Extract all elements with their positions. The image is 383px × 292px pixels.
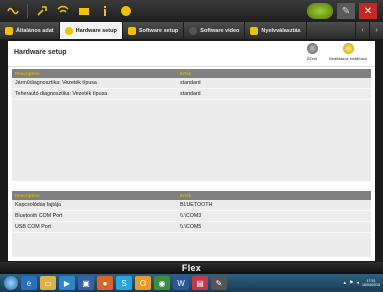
divider [27, 4, 28, 18]
row-description: Bluetooth COM Port [15, 213, 63, 219]
tab-software-video[interactable]: Software video [184, 22, 246, 39]
vehicle-diagnostics-table: Description Érték Járműdiagnosztika: Vez… [12, 69, 371, 181]
tab-altalanos-adat[interactable]: Általános adat [0, 22, 60, 39]
skype-icon[interactable]: S [116, 276, 132, 290]
tools-icon[interactable] [35, 4, 49, 18]
ecu-icon[interactable] [6, 4, 20, 18]
windows-taskbar: e ▭ ▶ ▣ ● S O ◉ W ▤ ✎ ▴ ⚑ ◂ 17:51 16/04/… [0, 274, 383, 292]
gallery-icon[interactable]: ▤ [192, 276, 208, 290]
chevron-right-icon[interactable]: › [369, 22, 383, 39]
flag-icon[interactable]: ⚑ [349, 280, 353, 286]
gear-icon [64, 26, 73, 35]
data-icon [5, 26, 13, 35]
top-toolbar: ✎ ✕ [0, 0, 383, 22]
tab-label: Hardware setup [75, 27, 117, 34]
close-icon[interactable]: ✕ [359, 3, 377, 19]
settings-icon [342, 43, 354, 54]
ie-icon[interactable]: e [21, 276, 37, 290]
tab-label: Nyelvválasztás [261, 27, 301, 34]
connection-table: Description Érték Kapcsolódás fajtája BL… [12, 191, 371, 257]
tab-label: Software setup [138, 27, 179, 34]
btest-icon [306, 43, 318, 54]
main-panel: Hardware setup BTest Beállítások beállít… [8, 41, 375, 261]
tab-hardware-setup[interactable]: Hardware setup [59, 22, 123, 39]
car-icon[interactable] [307, 3, 333, 19]
word-icon[interactable]: W [173, 276, 189, 290]
row-description: Teherautó diagnosztika: Vezeték típusa [15, 91, 108, 97]
row-value: BLUETOOTH [180, 202, 213, 208]
network-icon[interactable]: ▴ [343, 280, 346, 286]
firefox-icon[interactable]: ● [97, 276, 113, 290]
column-header-value: Érték [180, 71, 192, 76]
table-row[interactable]: Kapcsolódás fajtája BLUETOOTH [12, 200, 371, 211]
tab-scroll: ‹ › [355, 22, 383, 39]
tab-bar: Általános adat Hardware setup Software s… [0, 22, 383, 39]
signal-icon[interactable] [56, 4, 70, 18]
row-value: \\.\COM3 [180, 213, 202, 219]
tab-label: Software video [200, 27, 240, 34]
column-header-description: Description [15, 193, 40, 198]
table-row[interactable]: USB COM Port \\.\COM5 [12, 222, 371, 233]
system-tray: ▴ ⚑ ◂ 17:51 16/04/2015 [343, 279, 383, 287]
flag-icon [250, 26, 259, 35]
row-value: \\.\COM5 [180, 224, 202, 230]
tab-software-setup[interactable]: Software setup [123, 22, 185, 39]
settings-label: Beállítások beállítása [329, 56, 367, 61]
row-description: USB COM Port [15, 224, 51, 230]
pen-icon[interactable]: ✎ [211, 276, 227, 290]
flex-label: Flex [181, 263, 202, 273]
table-row[interactable]: Teherautó diagnosztika: Vezeték típusa s… [12, 89, 371, 100]
flex-bar: Flex [0, 262, 383, 274]
table-header: Description Érték [12, 69, 371, 78]
row-description: Kapcsolódás fajtája [15, 202, 61, 208]
chrome-icon[interactable]: ◉ [154, 276, 170, 290]
settings-button[interactable]: Beállítások beállítása [329, 43, 367, 65]
video-icon [189, 26, 198, 35]
column-header-description: Description [15, 71, 40, 76]
toolbar-right: ✎ ✕ [307, 3, 377, 19]
chevron-left-icon[interactable]: ‹ [355, 22, 369, 39]
row-value: standard [180, 80, 201, 86]
media-player-icon[interactable]: ▶ [59, 276, 75, 290]
folder-icon[interactable] [77, 4, 91, 18]
start-button-icon[interactable] [4, 276, 18, 290]
btest-label: BTest [306, 56, 317, 61]
power-icon[interactable] [119, 4, 133, 18]
outlook-icon[interactable]: O [135, 276, 151, 290]
page-title: Hardware setup [14, 49, 67, 56]
info-icon[interactable] [98, 4, 112, 18]
volume-icon[interactable]: ◂ [356, 280, 359, 286]
disk-icon [127, 26, 136, 35]
table-row[interactable]: Járműdiagnosztika: Vezeték típusa standa… [12, 78, 371, 89]
clock[interactable]: 17:51 16/04/2015 [362, 279, 380, 287]
app-icon[interactable]: ▣ [78, 276, 94, 290]
row-description: Járműdiagnosztika: Vezeték típusa [15, 80, 97, 86]
page-header: Hardware setup BTest Beállítások beállít… [8, 41, 375, 67]
table-row[interactable]: Bluetooth COM Port \\.\COM3 [12, 211, 371, 222]
tab-nyelvvalasztas[interactable]: Nyelvválasztás [245, 22, 307, 39]
table-header: Description Érték [12, 191, 371, 200]
clock-date: 16/04/2015 [362, 283, 380, 287]
tab-label: Általános adat [16, 27, 54, 34]
row-value: standard [180, 91, 201, 97]
wrench-icon[interactable]: ✎ [337, 3, 355, 19]
explorer-icon[interactable]: ▭ [40, 276, 56, 290]
btest-button[interactable]: BTest [295, 43, 329, 65]
column-header-value: Érték [180, 193, 192, 198]
